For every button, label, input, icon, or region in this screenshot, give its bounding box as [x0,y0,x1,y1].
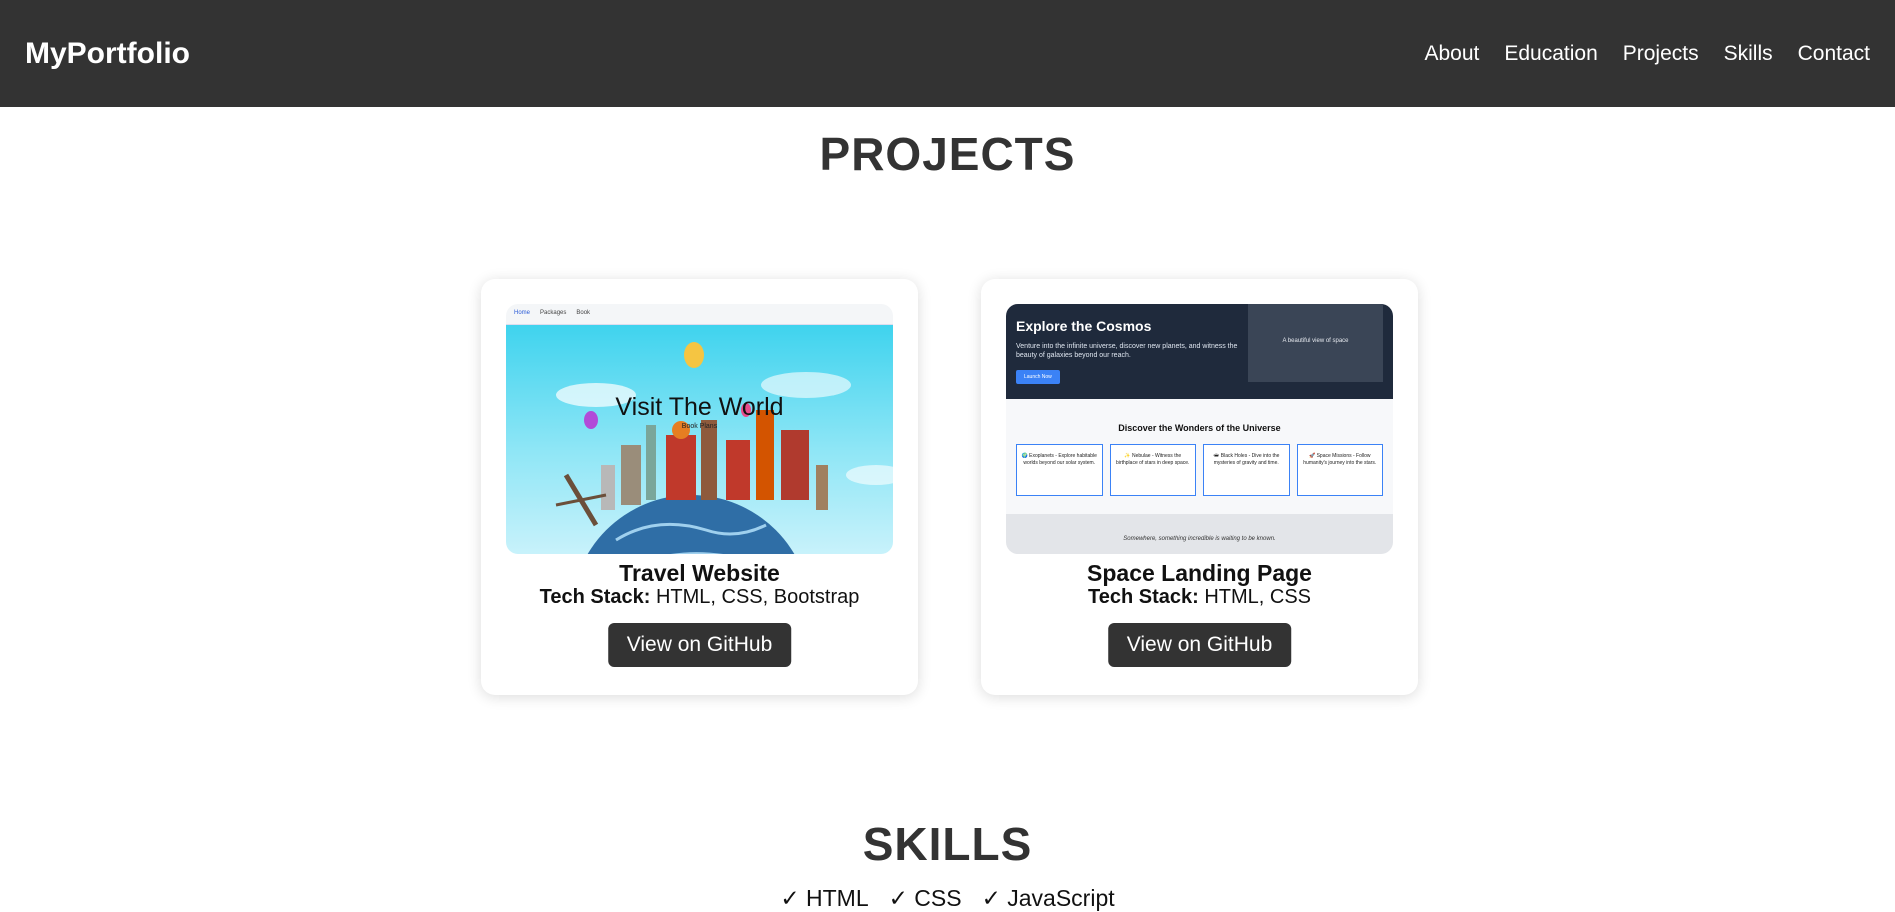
thumbnail-tile: ✨ Nebulae - Witness the birthplace of st… [1109,444,1196,496]
thumbnail-tile: 🌍 Exoplanets - Explore habitable worlds … [1016,444,1103,496]
tech-stack-label: Tech Stack: [539,586,651,608]
tech-stack-value: HTML, CSS, Bootstrap [655,586,860,608]
thumbnail-tile: 🕳 Black Holes - Dive into the mysteries … [1203,444,1290,496]
thumbnail-hero: Explore the Cosmos Venture into the infi… [1006,304,1393,399]
thumbnail-headline: Visit The World [615,393,784,421]
thumbnail-features: Discover the Wonders of the Universe 🌍 E… [1006,399,1393,514]
thumbnail-tiles: 🌍 Exoplanets - Explore habitable worlds … [1016,444,1383,496]
skills-heading: SKILLS [862,818,1033,870]
thumbnail-nav-item: Packages [540,310,567,316]
thumbnail-nav-item: Book [576,310,591,316]
tech-stack-value: HTML, CSS [1204,586,1312,608]
brand-logo[interactable]: MyPortfolio [25,37,190,71]
skills-list: ✓ HTML ✓ CSS ✓ JavaScript [0,885,1895,912]
thumbnail-section-title: Discover the Wonders of the Universe [1118,423,1281,433]
nav-link-contact[interactable]: Contact [1798,42,1870,66]
skill-item: ✓ HTML [780,885,869,911]
tech-stack: Tech Stack: HTML, CSS [981,586,1418,609]
nav-link-skills[interactable]: Skills [1724,42,1773,66]
nav-link-education[interactable]: Education [1504,42,1597,66]
thumbnail-subtext: Book Plans [681,423,718,430]
nav-links: About Education Projects Skills Contact [1424,42,1870,66]
thumbnail-description: Venture into the infinite universe, disc… [1016,343,1238,359]
project-title: Travel Website [619,560,780,586]
globe-landmarks-illustration [555,342,893,554]
thumbnail-footer: Somewhere, something incredible is waiti… [1006,514,1393,554]
skill-item: ✓ CSS [888,885,962,911]
projects-heading: PROJECTS [819,128,1076,180]
thumbnail-navbar: Home Packages Book [506,304,893,325]
thumbnail-heading: Explore the Cosmos [1016,318,1152,334]
project-card-travel: Home Packages Book Visit The World Book … [481,279,918,695]
project-title: Space Landing Page [1087,560,1312,586]
view-on-github-button[interactable]: View on GitHub [1107,623,1292,667]
travel-website-screenshot: Home Packages Book Visit The World Book … [506,304,893,554]
thumbnail-broken-image: A beautiful view of space [1248,304,1383,382]
navbar: MyPortfolio About Education Projects Ski… [0,0,1895,107]
skill-item: ✓ JavaScript [981,885,1115,911]
nav-link-about[interactable]: About [1424,42,1479,66]
tech-stack-label: Tech Stack: [1087,586,1199,608]
space-landing-screenshot: Explore the Cosmos Venture into the infi… [1006,304,1393,554]
thumbnail-nav-item: Home [514,310,531,316]
travel-hero-image: Visit The World Book Plans [506,325,893,554]
project-card-space: Explore the Cosmos Venture into the infi… [981,279,1418,695]
thumbnail-cta: Launch Now [1016,370,1060,384]
thumbnail-tile: 🚀 Space Missions - Follow humanity's jou… [1296,444,1383,496]
view-on-github-button[interactable]: View on GitHub [607,623,792,667]
tech-stack: Tech Stack: HTML, CSS, Bootstrap [481,586,918,609]
nav-link-projects[interactable]: Projects [1623,42,1699,66]
